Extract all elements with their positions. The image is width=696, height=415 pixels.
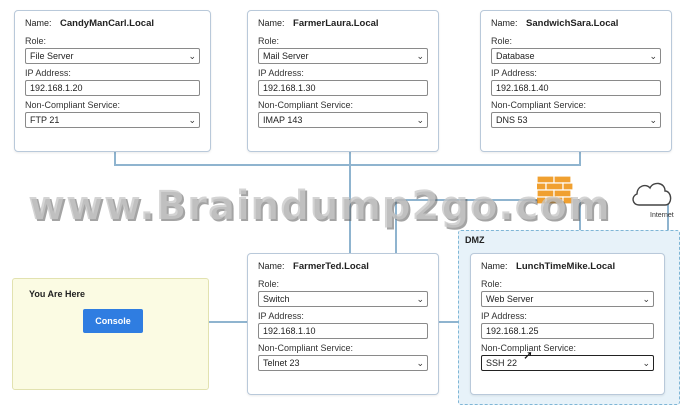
ip-address-input[interactable]: 192.168.1.10 [258, 323, 428, 339]
server-name: FarmerTed.Local [293, 261, 369, 272]
server-card-farmerlaura: Name: FarmerLaura.Local Role: Mail Serve… [247, 10, 439, 152]
server-name-row: Name: FarmerTed.Local [258, 261, 428, 272]
role-select[interactable]: Database ⌄ [491, 48, 661, 64]
server-name-row: Name: SandwichSara.Local [491, 18, 661, 29]
chevron-down-icon: ⌄ [642, 358, 650, 368]
role-select[interactable]: Web Server ⌄ [481, 291, 654, 307]
service-select[interactable]: SSH 22 ⌄ [481, 355, 654, 371]
ip-label: IP Address: [481, 311, 527, 321]
server-card-sandwichsara: Name: SandwichSara.Local Role: Database ⌄… [480, 10, 672, 152]
chevron-down-icon: ⌄ [416, 115, 424, 125]
service-select[interactable]: IMAP 143 ⌄ [258, 112, 428, 128]
server-card-candymancarl: Name: CandyManCarl.Local Role: File Serv… [14, 10, 211, 152]
server-name: FarmerLaura.Local [293, 18, 379, 29]
role-select[interactable]: Mail Server ⌄ [258, 48, 428, 64]
role-value: Switch [263, 294, 290, 304]
you-are-here-panel: You Are Here Console [12, 278, 209, 390]
role-label: Role: [481, 279, 503, 289]
role-value: Mail Server [263, 51, 309, 61]
server-card-lunchtimemike: Name: LunchTimeMike.Local Role: Web Serv… [470, 253, 665, 395]
chevron-down-icon: ⌄ [416, 51, 424, 61]
ip-label: IP Address: [491, 68, 537, 78]
role-label: Role: [491, 36, 513, 46]
service-select[interactable]: Telnet 23 ⌄ [258, 355, 428, 371]
role-select[interactable]: Switch ⌄ [258, 291, 428, 307]
ip-label: IP Address: [258, 68, 304, 78]
service-label: Non-Compliant Service: [491, 100, 587, 110]
service-label: Non-Compliant Service: [258, 343, 354, 353]
ip-address-input[interactable]: 192.168.1.25 [481, 323, 654, 339]
service-value: Telnet 23 [263, 358, 300, 368]
name-label: Name: [258, 18, 285, 28]
name-label: Name: [25, 18, 52, 28]
name-label: Name: [258, 261, 285, 271]
ip-value: 192.168.1.25 [486, 326, 539, 336]
ip-label: IP Address: [258, 311, 304, 321]
service-label: Non-Compliant Service: [258, 100, 354, 110]
role-value: Web Server [486, 294, 534, 304]
server-name: CandyManCarl.Local [60, 18, 154, 29]
role-select[interactable]: File Server ⌄ [25, 48, 200, 64]
ip-value: 192.168.1.20 [30, 83, 83, 93]
server-name-row: Name: LunchTimeMike.Local [481, 261, 654, 272]
ip-value: 192.168.1.10 [263, 326, 316, 336]
ip-value: 192.168.1.30 [263, 83, 316, 93]
role-value: File Server [30, 51, 74, 61]
name-label: Name: [491, 18, 518, 28]
server-card-farmerted: Name: FarmerTed.Local Role: Switch ⌄ IP A… [247, 253, 439, 395]
ip-address-input[interactable]: 192.168.1.30 [258, 80, 428, 96]
role-label: Role: [25, 36, 47, 46]
server-name-row: Name: FarmerLaura.Local [258, 18, 428, 29]
console-button[interactable]: Console [83, 309, 143, 333]
service-value: IMAP 143 [263, 115, 303, 125]
ip-label: IP Address: [25, 68, 71, 78]
chevron-down-icon: ⌄ [642, 294, 650, 304]
mouse-cursor-icon: ➚ [523, 348, 534, 362]
chevron-down-icon: ⌄ [649, 51, 657, 61]
chevron-down-icon: ⌄ [416, 358, 424, 368]
ip-address-input[interactable]: 192.168.1.20 [25, 80, 200, 96]
cloud-icon [632, 182, 672, 206]
role-label: Role: [258, 279, 280, 289]
watermark-text: www.Braindump2go.com [28, 183, 611, 229]
ip-address-input[interactable]: 192.168.1.40 [491, 80, 661, 96]
name-label: Name: [481, 261, 508, 271]
chevron-down-icon: ⌄ [649, 115, 657, 125]
service-select[interactable]: FTP 21 ⌄ [25, 112, 200, 128]
service-label: Non-Compliant Service: [481, 343, 577, 353]
server-name: LunchTimeMike.Local [516, 261, 616, 272]
server-name-row: Name: CandyManCarl.Local [25, 18, 200, 29]
dmz-label: DMZ [465, 235, 485, 245]
service-label: Non-Compliant Service: [25, 100, 121, 110]
role-label: Role: [258, 36, 280, 46]
service-select[interactable]: DNS 53 ⌄ [491, 112, 661, 128]
role-value: Database [496, 51, 535, 61]
service-value: FTP 21 [30, 115, 60, 125]
chevron-down-icon: ⌄ [416, 294, 424, 304]
service-value: DNS 53 [496, 115, 528, 125]
service-value: SSH 22 [486, 358, 518, 368]
server-name: SandwichSara.Local [526, 18, 619, 29]
chevron-down-icon: ⌄ [188, 115, 196, 125]
you-are-here-label: You Are Here [29, 289, 86, 299]
internet-label: Internet [650, 212, 674, 219]
chevron-down-icon: ⌄ [188, 51, 196, 61]
ip-value: 192.168.1.40 [496, 83, 549, 93]
